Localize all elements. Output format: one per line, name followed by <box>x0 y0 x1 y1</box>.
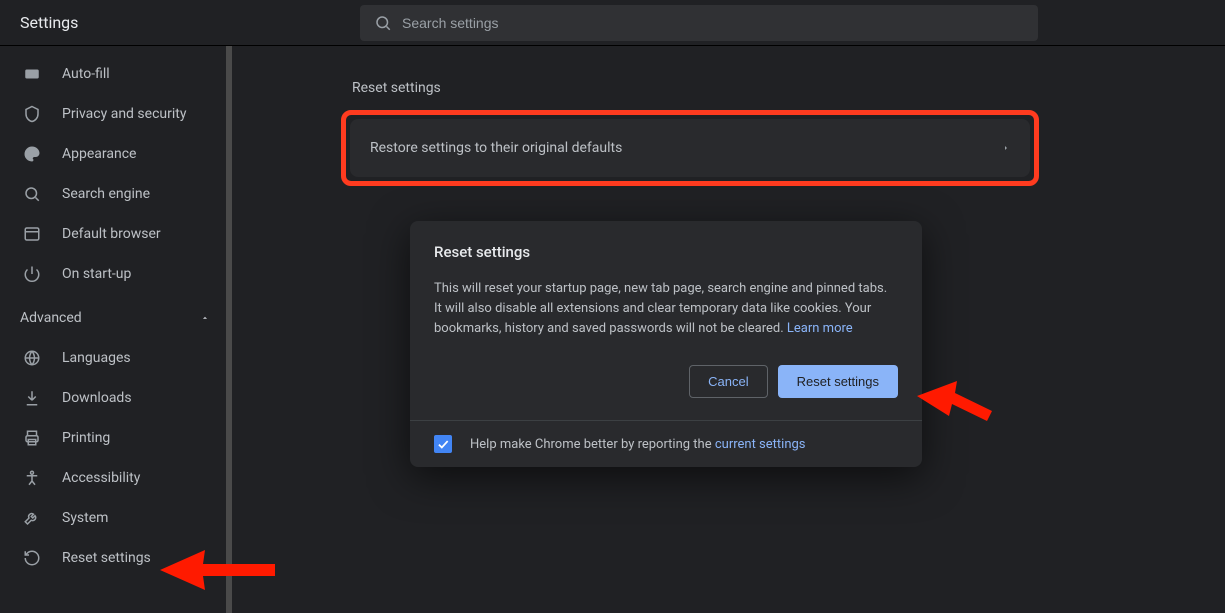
search-engine-icon <box>22 184 42 204</box>
sidebar-section-advanced[interactable]: Advanced <box>0 298 232 338</box>
sidebar: Auto-fill Privacy and security Appearanc… <box>0 46 232 613</box>
shield-icon <box>22 104 42 124</box>
sidebar-item-label: Default browser <box>62 226 161 242</box>
current-settings-link[interactable]: current settings <box>715 437 806 452</box>
chevron-up-icon <box>200 313 210 323</box>
footer-text-content: Help make Chrome better by reporting the <box>470 437 715 452</box>
palette-icon <box>22 144 42 164</box>
main-content: Reset settings Restore settings to their… <box>232 46 1225 613</box>
chevron-right-icon <box>1002 142 1010 154</box>
annotation-arrow-icon <box>917 371 997 441</box>
sidebar-item-label: Appearance <box>62 146 136 162</box>
sidebar-item-label: Accessibility <box>62 470 140 486</box>
sidebar-section-label: Advanced <box>20 310 82 326</box>
search-icon <box>374 14 392 32</box>
sidebar-item-label: Privacy and security <box>62 106 186 122</box>
sidebar-item-label: Printing <box>62 430 110 446</box>
reset-settings-button[interactable]: Reset settings <box>778 365 898 398</box>
sidebar-item-label: Auto-fill <box>62 66 110 82</box>
sidebar-item-label: System <box>62 510 108 526</box>
section-title: Reset settings <box>350 80 1030 96</box>
sidebar-item-downloads[interactable]: Downloads <box>0 378 232 418</box>
sidebar-item-label: Search engine <box>62 186 150 202</box>
app-header: Settings <box>0 0 1225 46</box>
sidebar-item-default-browser[interactable]: Default browser <box>0 214 232 254</box>
sidebar-item-label: Languages <box>62 350 131 366</box>
sidebar-item-label: Reset settings <box>62 550 151 566</box>
card-label: Restore settings to their original defau… <box>370 140 622 156</box>
dialog-title: Reset settings <box>434 243 898 261</box>
download-icon <box>22 388 42 408</box>
reset-settings-dialog: Reset settings This will reset your star… <box>410 221 922 467</box>
sidebar-item-autofill[interactable]: Auto-fill <box>0 54 232 94</box>
sidebar-item-reset[interactable]: Reset settings <box>0 538 232 578</box>
sidebar-item-printing[interactable]: Printing <box>0 418 232 458</box>
power-icon <box>22 264 42 284</box>
annotation-highlight: Restore settings to their original defau… <box>341 110 1039 186</box>
sidebar-item-search-engine[interactable]: Search engine <box>0 174 232 214</box>
report-settings-checkbox[interactable] <box>434 435 452 453</box>
accessibility-icon <box>22 468 42 488</box>
page-title: Settings <box>20 13 360 32</box>
print-icon <box>22 428 42 448</box>
autofill-icon <box>22 64 42 84</box>
sidebar-item-label: On start-up <box>62 266 131 282</box>
wrench-icon <box>22 508 42 528</box>
search-input[interactable] <box>360 5 1038 41</box>
sidebar-item-label: Downloads <box>62 390 132 406</box>
cancel-button[interactable]: Cancel <box>689 365 767 398</box>
dialog-body-text: This will reset your startup page, new t… <box>434 279 898 339</box>
globe-icon <box>22 348 42 368</box>
sidebar-item-privacy[interactable]: Privacy and security <box>0 94 232 134</box>
restore-defaults-row[interactable]: Restore settings to their original defau… <box>350 119 1030 177</box>
sidebar-item-system[interactable]: System <box>0 498 232 538</box>
dialog-footer-text: Help make Chrome better by reporting the… <box>470 437 806 452</box>
sidebar-item-accessibility[interactable]: Accessibility <box>0 458 232 498</box>
browser-icon <box>22 224 42 244</box>
sidebar-item-languages[interactable]: Languages <box>0 338 232 378</box>
learn-more-link[interactable]: Learn more <box>787 321 853 336</box>
sidebar-item-appearance[interactable]: Appearance <box>0 134 232 174</box>
history-icon <box>22 548 42 568</box>
search-container <box>360 5 1038 41</box>
sidebar-item-startup[interactable]: On start-up <box>0 254 232 294</box>
